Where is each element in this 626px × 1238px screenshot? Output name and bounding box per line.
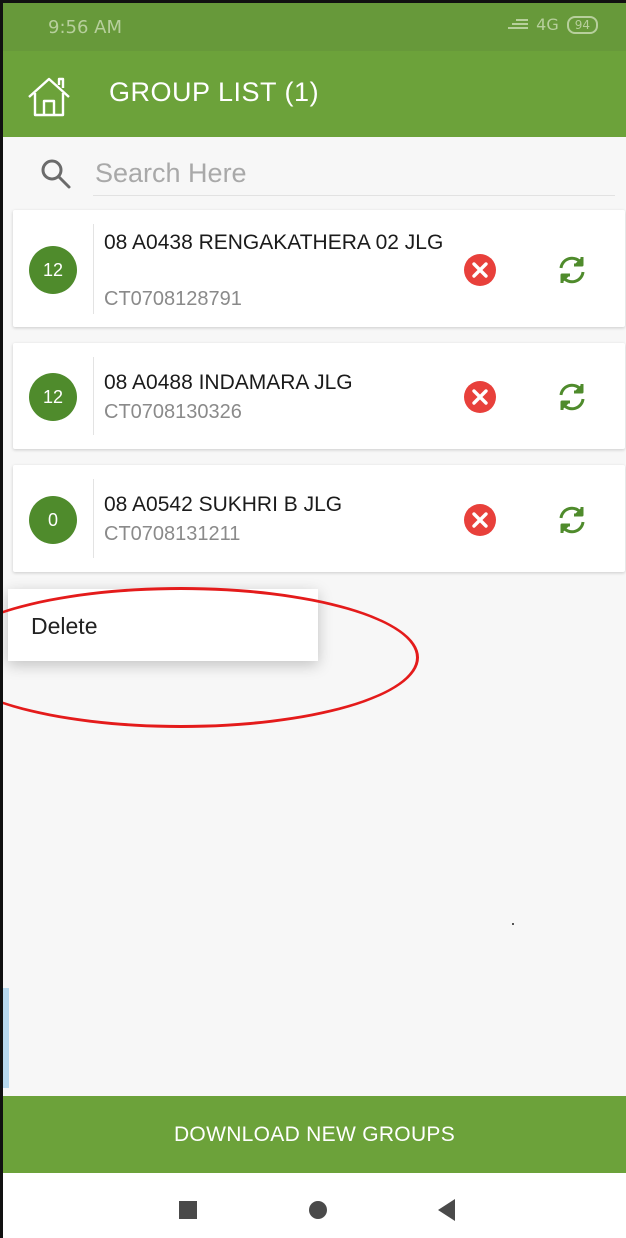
recent-apps-icon[interactable] bbox=[179, 1201, 197, 1219]
sync-icon[interactable] bbox=[555, 380, 589, 414]
signal-icon bbox=[508, 15, 529, 34]
screen-speck bbox=[512, 923, 514, 925]
item-divider bbox=[93, 224, 94, 314]
network-label: 4G bbox=[536, 15, 559, 34]
download-new-groups-button[interactable]: DOWNLOAD NEW GROUPS bbox=[3, 1096, 626, 1173]
group-list-item[interactable]: 12 08 A0438 RENGAKATHERA 02 JLG CT070812… bbox=[13, 210, 625, 327]
group-code: CT0708131211 bbox=[104, 523, 241, 545]
delete-menu-item[interactable]: Delete bbox=[31, 613, 97, 640]
app-bar: GROUP LIST (1) bbox=[3, 51, 626, 137]
context-menu: Delete bbox=[8, 589, 318, 661]
background-strip bbox=[3, 988, 9, 1088]
group-code: CT0708128791 bbox=[104, 288, 242, 310]
search-icon bbox=[39, 157, 73, 191]
item-divider bbox=[93, 479, 94, 558]
home-nav-icon[interactable] bbox=[309, 1201, 327, 1219]
sync-icon[interactable] bbox=[555, 503, 589, 537]
group-name: 08 A0488 INDAMARA JLG bbox=[104, 371, 353, 394]
group-name: 08 A0542 SUKHRI B JLG bbox=[104, 493, 343, 516]
search-bar bbox=[3, 137, 626, 211]
app-screen: 9:56 AM 4G 94 GROUP LIST (1) Search Here… bbox=[0, 0, 626, 1238]
system-nav-bar bbox=[3, 1173, 626, 1238]
group-code: CT0708130326 bbox=[104, 401, 242, 423]
back-icon[interactable] bbox=[438, 1199, 455, 1221]
group-name: 08 A0438 RENGAKATHERA 02 JLG bbox=[104, 231, 444, 254]
status-bar: 9:56 AM 4G 94 bbox=[3, 3, 626, 51]
home-icon[interactable] bbox=[25, 73, 73, 121]
member-count-badge: 12 bbox=[29, 373, 77, 421]
delete-icon[interactable] bbox=[463, 503, 497, 537]
group-list-item[interactable]: 12 08 A0488 INDAMARA JLG CT0708130326 bbox=[13, 343, 625, 449]
group-list-item[interactable]: 0 08 A0542 SUKHRI B JLG CT0708131211 bbox=[13, 465, 625, 572]
member-count-badge: 0 bbox=[29, 496, 77, 544]
delete-icon[interactable] bbox=[463, 253, 497, 287]
status-time: 9:56 AM bbox=[48, 17, 122, 38]
delete-icon[interactable] bbox=[463, 380, 497, 414]
battery-indicator: 94 bbox=[566, 15, 598, 34]
page-title: GROUP LIST (1) bbox=[109, 77, 320, 107]
member-count-badge: 12 bbox=[29, 246, 77, 294]
item-divider bbox=[93, 357, 94, 435]
search-input[interactable] bbox=[93, 151, 615, 196]
sync-icon[interactable] bbox=[555, 253, 589, 287]
status-indicators: 4G 94 bbox=[508, 15, 598, 34]
